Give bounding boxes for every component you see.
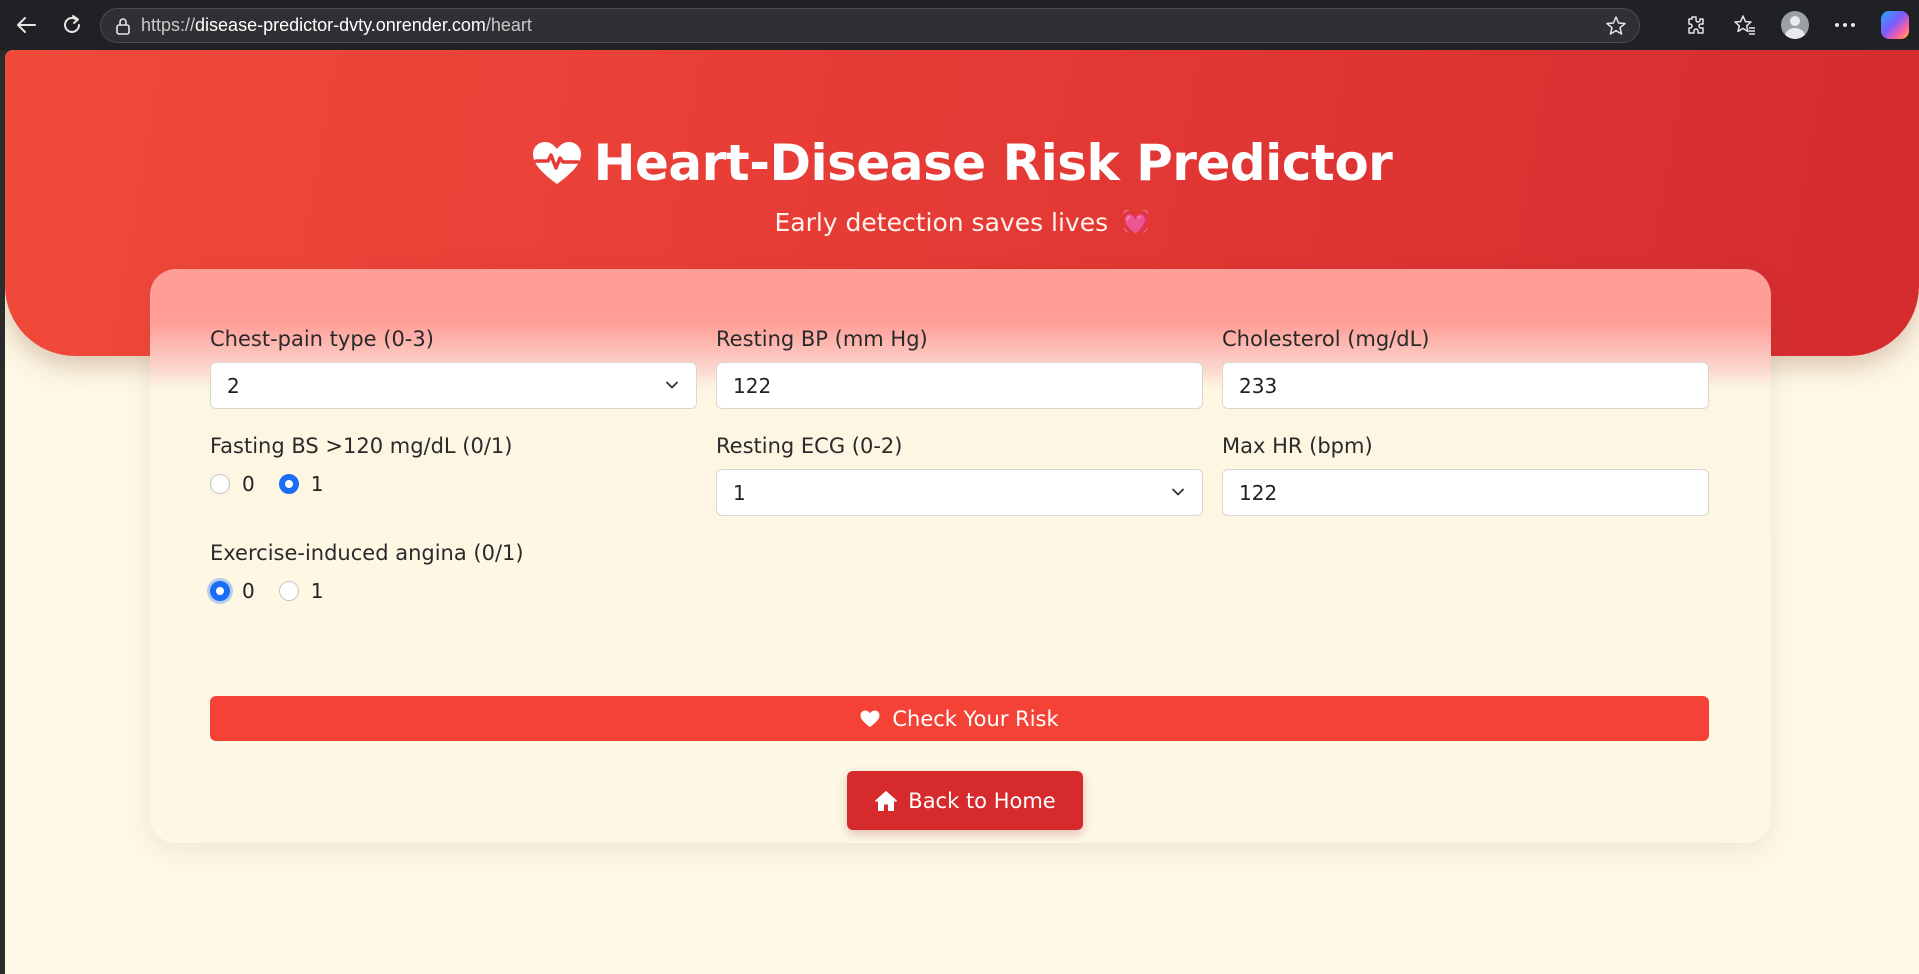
page-title-text: Heart-Disease Risk Predictor [593, 134, 1393, 192]
check-risk-label: Check Your Risk [892, 706, 1059, 731]
fasting-bs-option-0[interactable]: 0 [210, 472, 255, 496]
resting-bp-label: Resting BP (mm Hg) [716, 327, 928, 351]
chest-pain-value: 2 [227, 373, 240, 398]
page-subtitle-text: Early detection saves lives [774, 208, 1109, 237]
home-icon [875, 790, 898, 811]
fasting-bs-option-1[interactable]: 1 [278, 472, 324, 496]
resting-bp-input[interactable]: 122 [716, 362, 1203, 409]
fasting-bs-field: Fasting BS >120 mg/dL (0/1) 0 1 [210, 432, 513, 496]
max-hr-input[interactable]: 122 [1222, 469, 1709, 516]
radio-checked[interactable] [210, 581, 230, 601]
page-subtitle: Early detection saves lives 💓 [5, 208, 1919, 237]
url-host: disease-predictor-dvty.onrender.com [195, 15, 486, 35]
back-button[interactable] [6, 5, 46, 45]
reload-button[interactable] [52, 5, 92, 45]
resting-ecg-field: Resting ECG (0-2) 1 [716, 432, 1203, 516]
max-hr-label: Max HR (bpm) [1222, 434, 1373, 458]
back-arrow-icon [17, 17, 36, 33]
radio-unchecked[interactable] [210, 474, 230, 494]
check-risk-button[interactable]: Check Your Risk [210, 696, 1709, 741]
fasting-bs-option-1-label: 1 [310, 472, 324, 496]
extensions-icon[interactable] [1677, 7, 1713, 43]
resting-ecg-select[interactable]: 1 [716, 469, 1203, 516]
star-icon[interactable] [1605, 15, 1627, 41]
exercise-angina-option-0-label: 0 [242, 579, 255, 603]
browser-toolbar: https://disease-predictor-dvty.onrender.… [0, 0, 1919, 50]
profile-button[interactable] [1777, 7, 1813, 43]
toolbar-actions [1677, 5, 1913, 45]
radio-unchecked[interactable] [278, 581, 299, 601]
fasting-bs-option-0-label: 0 [242, 472, 255, 496]
radio-checked[interactable] [278, 474, 299, 494]
exercise-angina-radio-group: 0 1 [210, 579, 524, 603]
resting-ecg-value: 1 [733, 480, 746, 505]
exercise-angina-option-0[interactable]: 0 [210, 579, 255, 603]
cholesterol-field: Cholesterol (mg/dL) 233 [1222, 325, 1709, 409]
cholesterol-input[interactable]: 233 [1222, 362, 1709, 409]
resting-bp-field: Resting BP (mm Hg) 122 [716, 325, 1203, 409]
exercise-angina-option-1-label: 1 [310, 579, 324, 603]
page-viewport: Heart-Disease Risk Predictor Early detec… [5, 50, 1919, 974]
resting-ecg-label: Resting ECG (0-2) [716, 434, 903, 458]
url-path: /heart [485, 15, 532, 35]
url-text: https://disease-predictor-dvty.onrender.… [141, 15, 532, 36]
max-hr-field: Max HR (bpm) 122 [1222, 432, 1709, 516]
chevron-down-icon [666, 381, 678, 389]
back-to-home-button[interactable]: Back to Home [847, 771, 1083, 830]
cholesterol-value: 233 [1239, 373, 1278, 398]
favorites-icon[interactable] [1727, 7, 1763, 43]
exercise-angina-label: Exercise-induced angina (0/1) [210, 541, 524, 565]
back-to-home-label: Back to Home [908, 788, 1056, 813]
prediction-form-card: Chest-pain type (0-3) 2 Resting BP (mm H… [150, 269, 1771, 843]
max-hr-value: 122 [1239, 480, 1278, 505]
chevron-down-icon [1172, 488, 1184, 496]
reload-icon [64, 15, 80, 33]
profile-icon [1781, 11, 1809, 39]
fasting-bs-label: Fasting BS >120 mg/dL (0/1) [210, 434, 513, 458]
resting-bp-value: 122 [733, 373, 772, 398]
page-title: Heart-Disease Risk Predictor [5, 134, 1919, 192]
copilot-button[interactable] [1877, 7, 1913, 43]
heart-pulse-icon [532, 142, 581, 184]
chest-pain-label: Chest-pain type (0-3) [210, 327, 434, 351]
chest-pain-select[interactable]: 2 [210, 362, 697, 409]
beating-heart-emoji: 💓 [1122, 210, 1150, 235]
cholesterol-label: Cholesterol (mg/dL) [1222, 327, 1430, 351]
exercise-angina-field: Exercise-induced angina (0/1) 0 1 [210, 539, 524, 603]
more-icon[interactable] [1827, 7, 1863, 43]
lock-icon[interactable] [115, 17, 131, 35]
url-scheme: https:// [141, 15, 196, 35]
exercise-angina-option-1[interactable]: 1 [278, 579, 324, 603]
address-bar[interactable]: https://disease-predictor-dvty.onrender.… [100, 8, 1640, 43]
copilot-icon [1881, 11, 1909, 39]
fasting-bs-radio-group: 0 1 [210, 472, 513, 496]
chest-pain-field: Chest-pain type (0-3) 2 [210, 325, 697, 409]
heart-icon [860, 710, 880, 727]
